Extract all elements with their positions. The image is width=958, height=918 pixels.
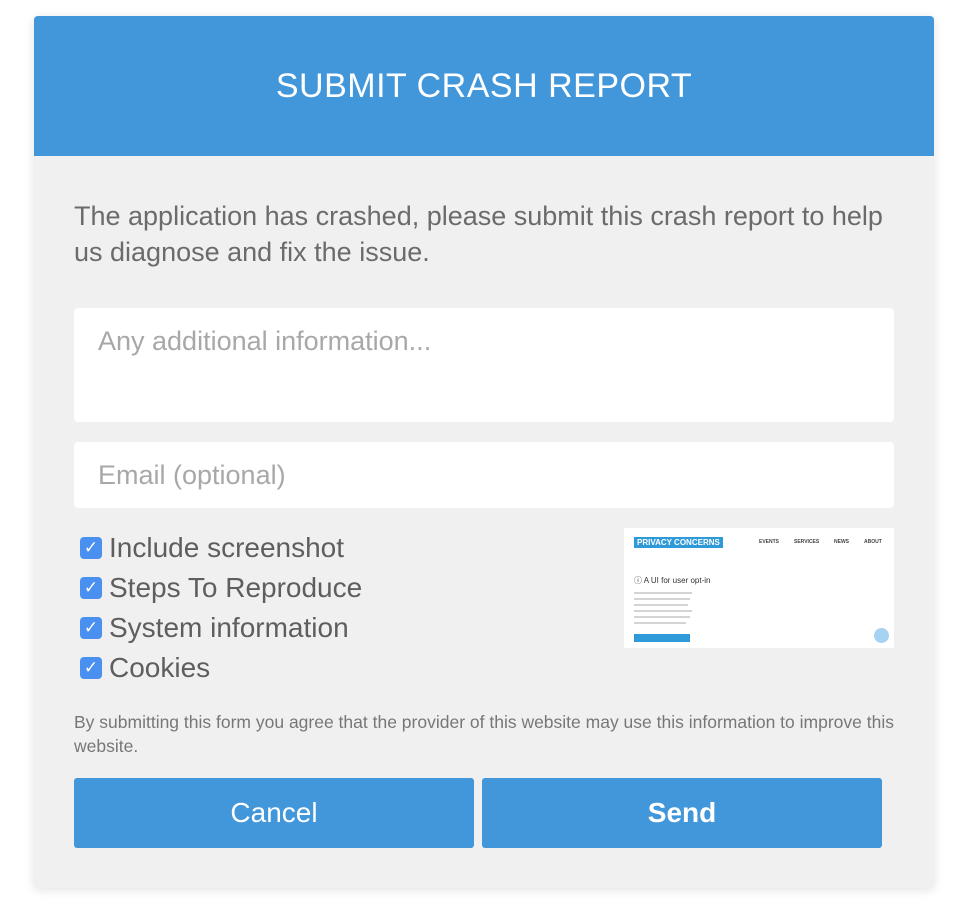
send-button[interactable]: Send	[482, 778, 882, 848]
preview-button	[634, 634, 690, 642]
dialog-header: SUBMIT CRASH REPORT	[34, 16, 934, 156]
checkbox-label: System information	[109, 612, 349, 643]
preview-circle-icon	[874, 628, 889, 643]
dialog-title: SUBMIT CRASH REPORT	[275, 66, 693, 105]
email-input[interactable]	[74, 442, 894, 508]
steps-to-reproduce-option[interactable]: ✓ Steps To Reproduce	[80, 568, 362, 608]
include-screenshot-checkbox[interactable]: ✓	[80, 537, 102, 559]
screenshot-preview[interactable]: PRIVACY CONCERNS EVENTS SERVICES NEWS AB…	[624, 528, 894, 648]
checkbox-label: Include screenshot	[109, 532, 345, 563]
steps-to-reproduce-checkbox[interactable]: ✓	[80, 577, 102, 599]
consent-text: By submitting this form you agree that t…	[74, 712, 894, 756]
info-icon: ⓘ	[634, 576, 642, 585]
checkbox-label: Cookies	[109, 652, 211, 683]
include-screenshot-option[interactable]: ✓ Include screenshot	[80, 528, 362, 568]
preview-brand: PRIVACY CONCERNS	[634, 537, 723, 548]
crash-report-dialog: SUBMIT CRASH REPORT The application has …	[34, 16, 934, 888]
preview-text-lines	[634, 592, 692, 628]
preview-nav-item: ABOUT	[864, 539, 882, 545]
checkbox-label: Steps To Reproduce	[109, 572, 363, 603]
system-information-checkbox[interactable]: ✓	[80, 617, 102, 639]
cookies-option[interactable]: ✓ Cookies	[80, 648, 362, 688]
preview-heading: ⓘ A UI for user opt-in	[634, 576, 711, 585]
crash-message: The application has crashed, please subm…	[74, 201, 883, 267]
additional-info-input[interactable]	[74, 308, 894, 422]
preview-nav-item: SERVICES	[794, 539, 820, 545]
cancel-button[interactable]: Cancel	[74, 778, 474, 848]
preview-nav-item: EVENTS	[759, 539, 780, 545]
checkbox-list: ✓ Include screenshot ✓ Steps To Reproduc…	[80, 528, 362, 688]
system-information-option[interactable]: ✓ System information	[80, 608, 362, 648]
preview-nav-item: NEWS	[834, 539, 849, 545]
cookies-checkbox[interactable]: ✓	[80, 657, 102, 679]
